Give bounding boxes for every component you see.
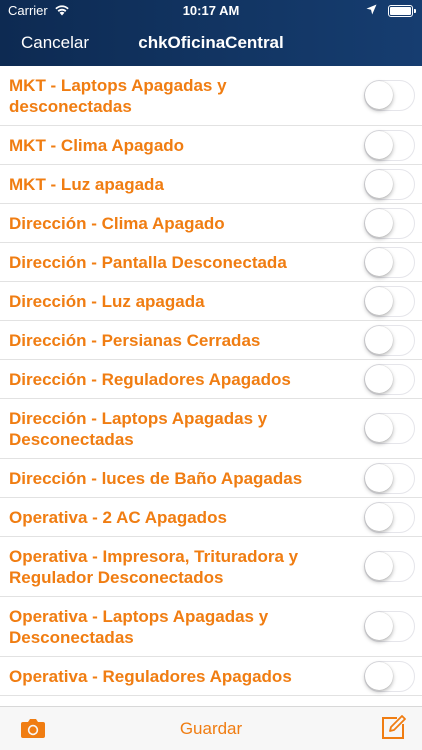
checklist-item-label: MKT - Clima Apagado: [9, 135, 185, 155]
toggle-knob: [365, 503, 393, 531]
toggle-knob: [365, 248, 393, 276]
checklist-row: Operativa - 2 AC Apagados: [0, 498, 422, 537]
checklist-row: Dirección - Luz apagada: [0, 282, 422, 321]
navigation-bar: Carrier 10:17 AM Cancelar chkOficinaCent…: [0, 0, 422, 66]
checklist-row: MKT - Luz apagada: [0, 165, 422, 204]
checklist-toggle[interactable]: [364, 413, 415, 444]
toggle-knob: [365, 662, 393, 690]
checklist-item-label: Operativa - Impresora, Trituradora y Reg…: [9, 546, 299, 587]
checklist-row: MKT - Laptops Apagadas y desconectadas: [0, 66, 422, 126]
toggle-knob: [365, 326, 393, 354]
checklist-item-label: Dirección - Clima Apagado: [9, 213, 225, 233]
checklist-toggle[interactable]: [364, 502, 415, 533]
checklist-item-label: Dirección - luces de Baño Apagadas: [9, 468, 303, 488]
checklist-row: Operativa - Impresora, Trituradora y Reg…: [0, 537, 422, 597]
checklist-item-label: Operativa - 2 AC Apagados: [9, 507, 227, 527]
checklist-toggle[interactable]: [364, 130, 415, 161]
checklist-item-label: MKT - Laptops Apagadas y desconectadas: [9, 75, 227, 116]
checklist-item-label: Operativa - Laptops Apagadas y Desconect…: [9, 606, 269, 647]
checklist-toggle[interactable]: [364, 80, 415, 111]
checklist-toggle[interactable]: [364, 247, 415, 278]
toggle-knob: [365, 170, 393, 198]
checklist-item-label: Dirección - Persianas Cerradas: [9, 330, 261, 350]
checklist-row: Dirección - Reguladores Apagados: [0, 360, 422, 399]
checklist-row: Dirección - Persianas Cerradas: [0, 321, 422, 360]
toggle-knob: [365, 131, 393, 159]
page-title: chkOficinaCentral: [138, 33, 284, 52]
toggle-knob: [365, 287, 393, 315]
checklist-item-label: Dirección - Laptops Apagadas y Desconect…: [9, 408, 268, 449]
checklist-toggle[interactable]: [364, 169, 415, 200]
status-bar: Carrier 10:17 AM: [0, 0, 422, 22]
toggle-knob: [365, 81, 393, 109]
toggle-knob: [365, 209, 393, 237]
checklist-row: Dirección - luces de Baño Apagadas: [0, 459, 422, 498]
toggle-knob: [365, 414, 393, 442]
compose-icon[interactable]: [380, 715, 406, 741]
toggle-knob: [365, 365, 393, 393]
checklist-item-label: MKT - Luz apagada: [9, 174, 164, 194]
checklist-toggle[interactable]: [364, 364, 415, 395]
toggle-knob: [365, 552, 393, 580]
checklist-item-label: Operativa - Reguladores Apagados: [9, 666, 292, 686]
checklist: MKT - Laptops Apagadas y desconectadas M…: [0, 66, 422, 706]
checklist-toggle[interactable]: [364, 325, 415, 356]
checklist-row: Operativa - Reguladores Apagados: [0, 657, 422, 696]
checklist-row: Dirección - Clima Apagado: [0, 204, 422, 243]
bottom-toolbar: Guardar: [0, 706, 422, 750]
checklist-toggle[interactable]: [364, 661, 415, 692]
save-button-wrap: Guardar: [0, 719, 422, 739]
save-button[interactable]: Guardar: [180, 719, 242, 738]
toggle-knob: [365, 464, 393, 492]
checklist-row: Dirección - Pantalla Desconectada: [0, 243, 422, 282]
checklist-toggle[interactable]: [364, 208, 415, 239]
checklist-item-label: Dirección - Reguladores Apagados: [9, 369, 291, 389]
checklist-item-label: Dirección - Luz apagada: [9, 291, 205, 311]
checklist-toggle[interactable]: [364, 551, 415, 582]
checklist-row: Dirección - Laptops Apagadas y Desconect…: [0, 399, 422, 459]
checklist-item-label: Dirección - Pantalla Desconectada: [9, 252, 287, 272]
nav-bar: Cancelar chkOficinaCentral: [0, 22, 422, 66]
location-arrow-icon: [366, 4, 377, 15]
checklist-toggle[interactable]: [364, 286, 415, 317]
battery-icon: [388, 5, 416, 17]
checklist-row: Operativa - Laptops Apagadas y Desconect…: [0, 597, 422, 657]
toggle-knob: [365, 612, 393, 640]
checklist-toggle[interactable]: [364, 463, 415, 494]
checklist-row: MKT - Clima Apagado: [0, 126, 422, 165]
clock: 10:17 AM: [182, 3, 240, 18]
checklist-toggle[interactable]: [364, 611, 415, 642]
